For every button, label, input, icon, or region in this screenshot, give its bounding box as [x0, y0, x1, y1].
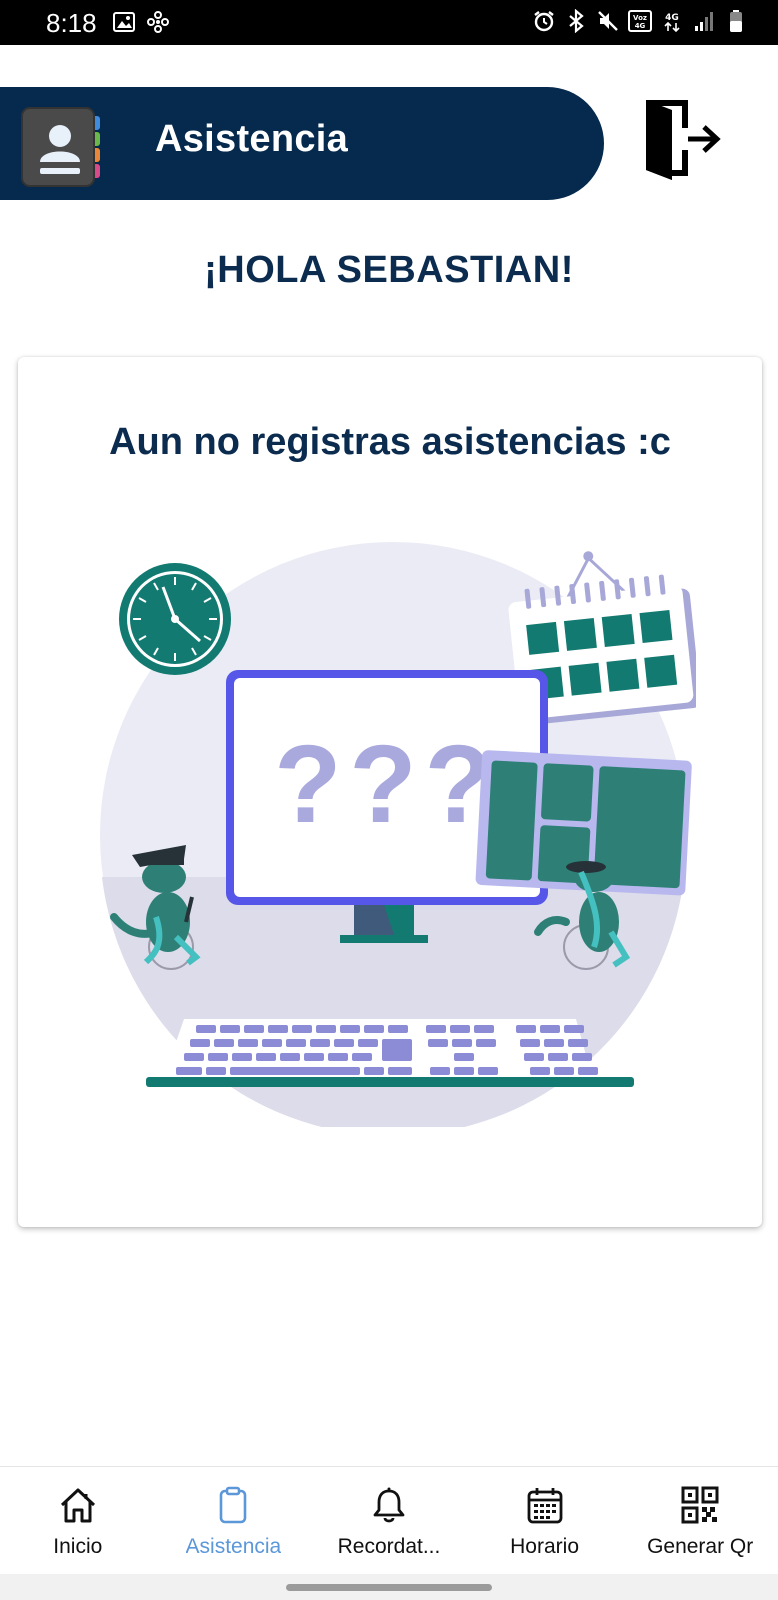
- keyboard-illustration: [146, 1019, 634, 1087]
- question-marks: ???: [274, 723, 500, 846]
- bluetooth-icon: [569, 9, 584, 33]
- greeting-text: ¡HOLA SEBASTIAN!: [204, 249, 574, 291]
- volte-icon: Voz4G: [628, 10, 652, 32]
- home-icon: [60, 1488, 95, 1523]
- status-bar: 8:18 Voz 4G 4G: [0, 0, 778, 45]
- alarm-icon: [534, 11, 554, 32]
- clipboard-icon: [220, 1486, 247, 1524]
- nav-item-inicio[interactable]: Inicio: [0, 1467, 156, 1574]
- empty-attendance-illustration: ???: [100, 542, 696, 1127]
- bottom-navigation: Inicio Asistencia Recordat... Horario Ge…: [0, 1466, 778, 1574]
- empty-state-title: Aun no registras asistencias :c: [109, 421, 671, 463]
- svg-text:Voz: Voz: [633, 14, 647, 22]
- nav-label-inicio: Inicio: [53, 1535, 103, 1558]
- nav-label-recordatorios: Recordat...: [337, 1535, 441, 1558]
- battery-icon: [730, 10, 742, 32]
- status-left-icons: [112, 10, 170, 34]
- mute-icon: [598, 11, 618, 31]
- qr-code-icon: [681, 1486, 719, 1524]
- status-time: 8:18: [46, 8, 97, 38]
- bell-icon: [373, 1487, 405, 1523]
- signal-icon: [695, 12, 713, 31]
- logout-door-icon[interactable]: [642, 98, 724, 180]
- nav-label-asistencia: Asistencia: [185, 1535, 282, 1558]
- gallery-icon: [113, 12, 135, 32]
- clock-icon: [119, 563, 231, 675]
- nav-item-recordatorios[interactable]: Recordat...: [311, 1467, 467, 1574]
- page-title: Asistencia: [155, 118, 349, 160]
- svg-text:4G: 4G: [665, 13, 679, 23]
- nav-label-horario: Horario: [510, 1535, 579, 1558]
- calendar-icon: [527, 1488, 562, 1524]
- status-right-icons: Voz 4G 4G: [532, 9, 748, 33]
- contacts-book-icon: [21, 107, 100, 187]
- pinwheel-icon: [147, 11, 169, 33]
- svg-text:4G: 4G: [635, 22, 646, 30]
- network-4g-icon: 4G: [664, 13, 680, 33]
- attendance-card: Aun no registras asistencias :c ???: [18, 357, 762, 1227]
- nav-item-generar-qr[interactable]: Generar Qr: [622, 1467, 778, 1574]
- home-gesture-bar[interactable]: [286, 1584, 492, 1591]
- app-screen: 8:18 Voz 4G 4G Asistencia ¡HOLA SEBASTIA…: [0, 0, 778, 1600]
- nav-label-generar-qr: Generar Qr: [647, 1535, 754, 1558]
- nav-item-horario[interactable]: Horario: [467, 1467, 623, 1574]
- nav-item-asistencia[interactable]: Asistencia: [156, 1467, 312, 1574]
